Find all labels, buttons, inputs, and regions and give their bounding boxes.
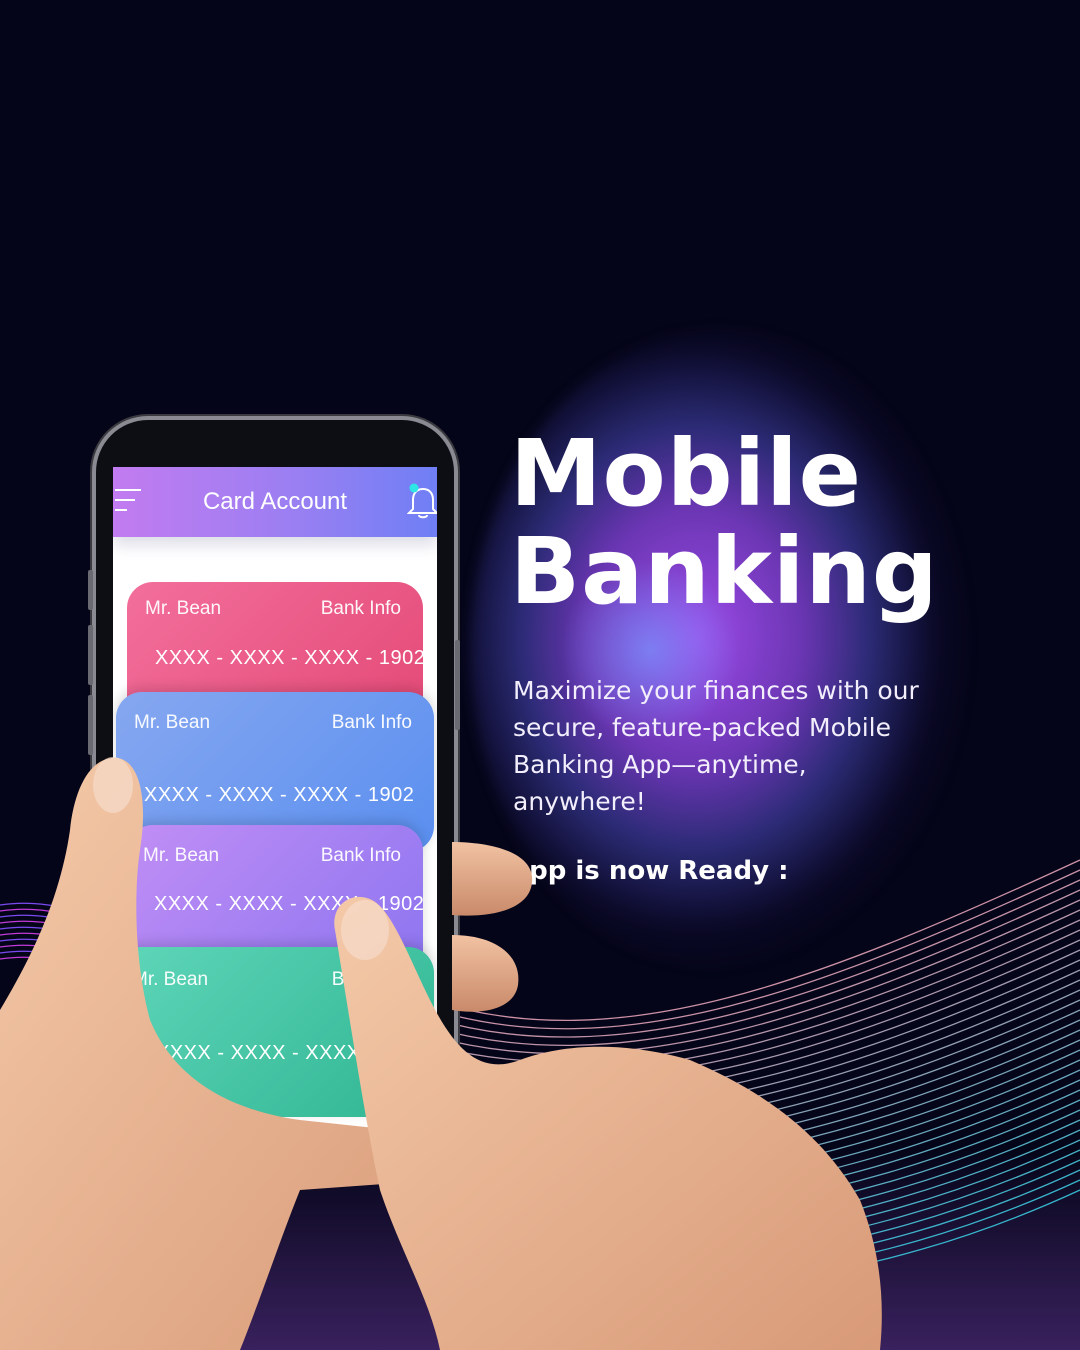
fingernail (93, 757, 133, 813)
finger (452, 935, 519, 1012)
hands-illustration (0, 757, 882, 1350)
finger (452, 842, 533, 916)
fingernail (341, 900, 389, 960)
pointing-hand (334, 896, 882, 1350)
